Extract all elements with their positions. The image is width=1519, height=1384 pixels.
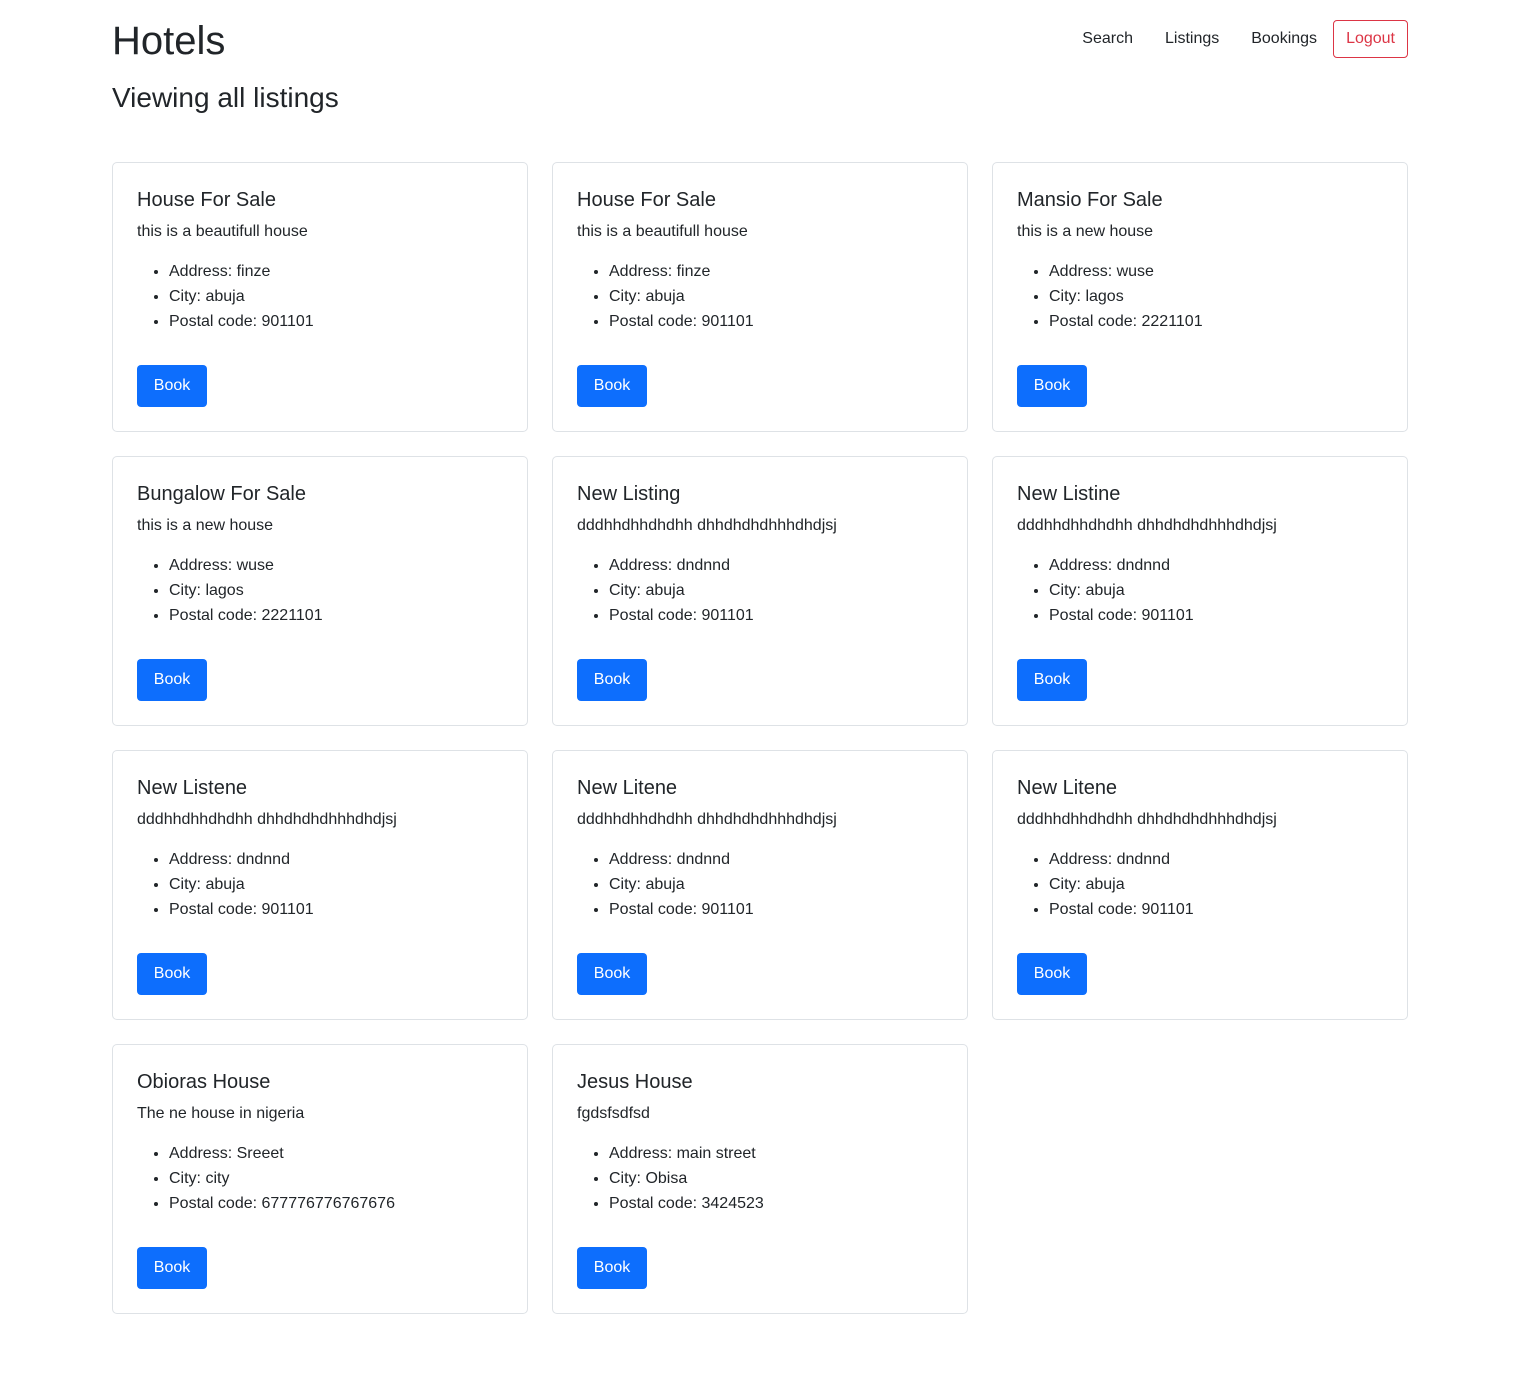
listing-city: City: abuja bbox=[609, 578, 943, 603]
listing-address: Address: finze bbox=[169, 259, 503, 284]
listing-details: Address: finzeCity: abujaPostal code: 90… bbox=[137, 259, 503, 334]
listing-postal-code: Postal code: 901101 bbox=[1049, 603, 1383, 628]
listing-postal-code: Postal code: 2221101 bbox=[169, 603, 503, 628]
listing-details: Address: wuseCity: lagosPostal code: 222… bbox=[1017, 259, 1383, 334]
listing-description: dddhhdhhdhdhh dhhdhdhdhhhdhdjsj bbox=[577, 517, 837, 534]
listing-city: City: Obisa bbox=[609, 1166, 943, 1191]
listing-postal-code: Postal code: 901101 bbox=[609, 603, 943, 628]
listing-card: House For Sale this is a beautifull house… bbox=[552, 162, 968, 432]
listing-address: Address: dndnnd bbox=[169, 847, 503, 872]
listing-title: House For Sale bbox=[137, 189, 276, 211]
listing-description: The ne house in nigeria bbox=[137, 1105, 305, 1122]
listing-details: Address: dndnndCity: abujaPostal code: 9… bbox=[1017, 553, 1383, 628]
listing-details: Address: dndnndCity: abujaPostal code: 9… bbox=[1017, 847, 1383, 922]
listing-postal-code: Postal code: 3424523 bbox=[609, 1191, 943, 1216]
brand-title: Hotels bbox=[112, 19, 226, 63]
listing-card: House For Sale this is a beautifull house… bbox=[112, 162, 528, 432]
listing-details: Address: wuseCity: lagosPostal code: 222… bbox=[137, 553, 503, 628]
listing-details: Address: dndnndCity: abujaPostal code: 9… bbox=[137, 847, 503, 922]
listing-title: Jesus House bbox=[577, 1071, 693, 1093]
listing-details: Address: dndnndCity: abujaPostal code: 9… bbox=[577, 553, 943, 628]
listing-address: Address: finze bbox=[609, 259, 943, 284]
listing-title: House For Sale bbox=[577, 189, 716, 211]
listing-title: New Litene bbox=[577, 777, 678, 799]
listing-address: Address: main street bbox=[609, 1141, 943, 1166]
listing-city: City: abuja bbox=[1049, 872, 1383, 897]
listing-city: City: abuja bbox=[609, 872, 943, 897]
listing-title: New Listing bbox=[577, 483, 681, 505]
listing-details: Address: dndnndCity: abujaPostal code: 9… bbox=[577, 847, 943, 922]
listing-postal-code: Postal code: 901101 bbox=[169, 897, 503, 922]
listing-city: City: abuja bbox=[609, 284, 943, 309]
listing-city: City: abuja bbox=[169, 284, 503, 309]
book-button[interactable]: Book bbox=[1017, 659, 1087, 701]
nav-search-link[interactable]: Search bbox=[1066, 20, 1149, 58]
book-button[interactable]: Book bbox=[577, 953, 647, 995]
listing-city: City: abuja bbox=[169, 872, 503, 897]
listing-description: dddhhdhhdhdhh dhhdhdhdhhhdhdjsj bbox=[577, 811, 837, 828]
listing-address: Address: wuse bbox=[169, 553, 503, 578]
listing-card: New Listene dddhhdhhdhdhh dhhdhdhdhhhdhdj… bbox=[112, 750, 528, 1020]
listing-address: Address: Sreeet bbox=[169, 1141, 503, 1166]
listing-address: Address: dndnnd bbox=[609, 847, 943, 872]
listing-description: this is a beautifull house bbox=[137, 223, 308, 240]
listing-postal-code: Postal code: 677776776767676 bbox=[169, 1191, 503, 1216]
listing-description: this is a beautifull house bbox=[577, 223, 748, 240]
book-button[interactable]: Book bbox=[577, 1247, 647, 1289]
listing-description: fgdsfsdfsd bbox=[577, 1105, 650, 1122]
listing-description: this is a new house bbox=[137, 517, 274, 534]
book-button[interactable]: Book bbox=[1017, 365, 1087, 407]
listing-title: Bungalow For Sale bbox=[137, 483, 306, 505]
page-container: Hotels Search Listings Bookings Logout V… bbox=[112, 0, 1408, 1314]
listing-grid: House For Sale this is a beautifull house… bbox=[112, 162, 1408, 1314]
listing-postal-code: Postal code: 901101 bbox=[169, 309, 503, 334]
nav-bookings-link[interactable]: Bookings bbox=[1235, 20, 1333, 58]
book-button[interactable]: Book bbox=[137, 1247, 207, 1289]
listing-title: New Listene bbox=[137, 777, 248, 799]
listing-city: City: city bbox=[169, 1166, 503, 1191]
listing-card: Obioras House The ne house in nigeria Addr… bbox=[112, 1044, 528, 1314]
listing-city: City: lagos bbox=[169, 578, 503, 603]
listing-address: Address: dndnnd bbox=[609, 553, 943, 578]
page-title: Viewing all listings bbox=[112, 82, 339, 113]
listing-postal-code: Postal code: 2221101 bbox=[1049, 309, 1383, 334]
book-button[interactable]: Book bbox=[137, 659, 207, 701]
listing-description: dddhhdhhdhdhh dhhdhdhdhhhdhdjsj bbox=[1017, 517, 1277, 534]
book-button[interactable]: Book bbox=[1017, 953, 1087, 995]
listing-title: New Listine bbox=[1017, 483, 1121, 505]
book-button[interactable]: Book bbox=[137, 365, 207, 407]
listing-card: Mansio For Sale this is a new house Addres… bbox=[992, 162, 1408, 432]
listing-title: Mansio For Sale bbox=[1017, 189, 1163, 211]
listing-card: New Listine dddhhdhhdhdhh dhhdhdhdhhhdhdj… bbox=[992, 456, 1408, 726]
listing-postal-code: Postal code: 901101 bbox=[1049, 897, 1383, 922]
book-button[interactable]: Book bbox=[577, 365, 647, 407]
listing-card: New Listing dddhhdhhdhdhh dhhdhdhdhhhdhdj… bbox=[552, 456, 968, 726]
listing-title: Obioras House bbox=[137, 1071, 271, 1093]
book-button[interactable]: Book bbox=[577, 659, 647, 701]
listing-city: City: abuja bbox=[1049, 578, 1383, 603]
listing-description: dddhhdhhdhdhh dhhdhdhdhhhdhdjsj bbox=[1017, 811, 1277, 828]
listing-address: Address: dndnnd bbox=[1049, 553, 1383, 578]
listing-description: dddhhdhhdhdhh dhhdhdhdhhhdhdjsj bbox=[137, 811, 397, 828]
listing-city: City: lagos bbox=[1049, 284, 1383, 309]
book-button[interactable]: Book bbox=[137, 953, 207, 995]
listing-card: New Litene dddhhdhhdhdhh dhhdhdhdhhhdhdjs… bbox=[552, 750, 968, 1020]
listing-details: Address: SreeetCity: cityPostal code: 67… bbox=[137, 1141, 503, 1216]
listing-title: New Litene bbox=[1017, 777, 1118, 799]
listing-details: Address: finzeCity: abujaPostal code: 90… bbox=[577, 259, 943, 334]
listing-description: this is a new house bbox=[1017, 223, 1154, 240]
listing-address: Address: dndnnd bbox=[1049, 847, 1383, 872]
listing-postal-code: Postal code: 901101 bbox=[609, 897, 943, 922]
listing-card: New Litene dddhhdhhdhdhh dhhdhdhdhhhdhdjs… bbox=[992, 750, 1408, 1020]
listing-postal-code: Postal code: 901101 bbox=[609, 309, 943, 334]
listing-card: Jesus House fgdsfsdfsd Address: main stree… bbox=[552, 1044, 968, 1314]
nav-listings-link[interactable]: Listings bbox=[1149, 20, 1235, 58]
top-nav: Search Listings Bookings Logout bbox=[1066, 20, 1408, 58]
listing-card: Bungalow For Sale this is a new house Addr… bbox=[112, 456, 528, 726]
logout-button[interactable]: Logout bbox=[1333, 20, 1408, 58]
header: Hotels Search Listings Bookings Logout bbox=[112, 0, 1408, 70]
listing-details: Address: main streetCity: ObisaPostal co… bbox=[577, 1141, 943, 1216]
listing-address: Address: wuse bbox=[1049, 259, 1383, 284]
